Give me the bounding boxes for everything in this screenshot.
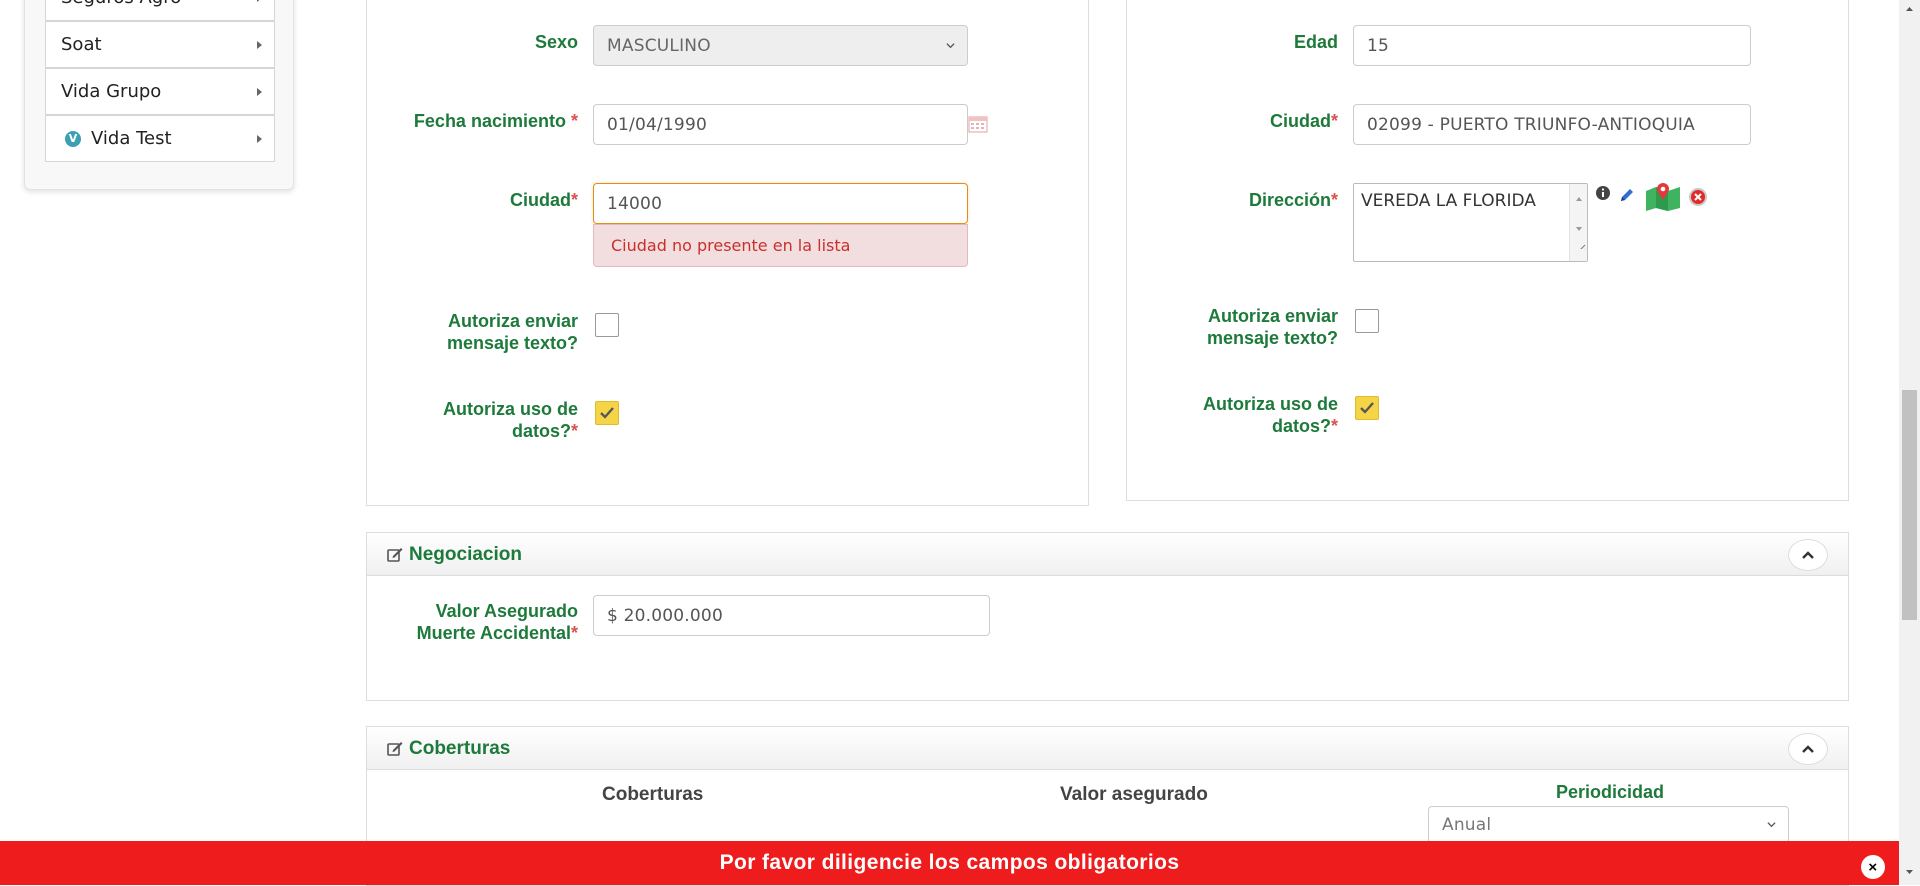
alert-message: Por favor diligencie los campos obligato… (719, 851, 1180, 874)
chevron-down-icon (946, 42, 955, 48)
autoriza-datos-asegurado-checkbox[interactable] (1355, 396, 1379, 420)
scroll-up-arrow-icon[interactable] (1899, 3, 1920, 15)
negociacion-title: Negociacion (409, 544, 522, 565)
clear-remove-icon[interactable] (1688, 187, 1708, 207)
sidebar-item-vida-grupo[interactable]: Vida Grupo (45, 68, 275, 115)
autoriza-sms-label: Autoriza enviar mensaje texto? (446, 311, 578, 353)
valor-asegurado-column-header: Valor asegurado (1060, 784, 1208, 805)
fecha-nacimiento-label: Fecha nacimiento * (413, 111, 578, 131)
negociacion-header: Negociacion (367, 533, 1848, 576)
scrollbar-thumb[interactable] (1902, 390, 1917, 620)
calendar-icon[interactable] (968, 115, 988, 133)
negociacion-collapse-button[interactable] (1788, 539, 1828, 571)
negociacion-panel: Negociacion (366, 532, 1849, 701)
ciudad-input[interactable]: 14000 (593, 183, 968, 224)
autoriza-datos-checkbox[interactable] (595, 401, 619, 425)
sidebar-item-label: Vida Grupo (61, 81, 162, 102)
caret-right-icon (257, 134, 262, 143)
textarea-scrollbar[interactable] (1569, 184, 1587, 261)
edit-square-icon (387, 742, 403, 756)
chevron-up-icon (1802, 551, 1814, 559)
sidebar-item-label: Soat (61, 34, 102, 55)
edit-square-icon (387, 548, 403, 562)
valor-asegurado-input[interactable]: $ 20.000.000 (593, 595, 990, 636)
scroll-down-arrow-icon[interactable] (1899, 866, 1920, 878)
sexo-label: Sexo (534, 32, 578, 52)
autoriza-datos-label: Autoriza uso de datos?* (442, 399, 578, 441)
map-location-icon[interactable] (1644, 181, 1682, 211)
autoriza-sms-checkbox[interactable] (595, 313, 619, 337)
sidebar-item-vida-test[interactable]: V Vida Test (45, 115, 275, 162)
caret-right-icon (257, 0, 262, 2)
edad-label: Edad (1293, 32, 1338, 52)
sexo-select[interactable]: MASCULINO (593, 25, 968, 66)
pencil-edit-icon[interactable] (1618, 186, 1636, 204)
sidebar-item-seguros-agro[interactable]: Seguros Agro (45, 0, 275, 21)
ciudad-error-message: Ciudad no presente en la lista (593, 224, 968, 267)
coberturas-collapse-button[interactable] (1788, 733, 1828, 765)
coberturas-column-header: Coberturas (602, 784, 704, 805)
chevron-down-icon (1767, 822, 1776, 828)
scroll-arrows-icon (1576, 197, 1586, 249)
sidebar-menu: Seguros Agro Soat Vida Grupo V Vida Test (24, 0, 294, 190)
coberturas-header: Coberturas (367, 727, 1848, 770)
periodicidad-column-header: Periodicidad (1556, 782, 1665, 802)
sidebar-item-soat[interactable]: Soat (45, 21, 275, 68)
sidebar-item-label: Vida Test (91, 128, 172, 149)
ciudad-asegurado-input[interactable]: 02099 - PUERTO TRIUNFO-ANTIOQUIA (1353, 104, 1751, 145)
valor-asegurado-label: Valor Asegurado Muerte Accidental* (416, 601, 578, 643)
ciudad-label: Ciudad* (509, 190, 578, 210)
sidebar-item-label: Seguros Agro (61, 0, 181, 8)
info-icon[interactable] (1595, 185, 1611, 201)
alert-close-button[interactable]: × (1861, 855, 1885, 879)
page-scrollbar[interactable] (1899, 0, 1920, 885)
direccion-label: Dirección* (1248, 190, 1338, 210)
required-fields-alert: Por favor diligencie los campos obligato… (0, 841, 1899, 885)
edad-input[interactable]: 15 (1353, 25, 1751, 66)
chevron-up-icon (1802, 745, 1814, 753)
periodicidad-select[interactable]: Anual (1428, 806, 1789, 844)
vida-test-logo-icon: V (65, 130, 81, 147)
check-icon (1360, 402, 1374, 414)
fecha-nacimiento-input[interactable]: 01/04/1990 (593, 104, 968, 145)
direccion-textarea[interactable]: VEREDA LA FLORIDA (1353, 183, 1588, 262)
autoriza-datos-asegurado-label: Autoriza uso de datos?* (1202, 394, 1338, 436)
check-icon (600, 407, 614, 419)
close-icon: × (1868, 858, 1878, 876)
autoriza-sms-asegurado-checkbox[interactable] (1355, 309, 1379, 333)
coberturas-title: Coberturas (409, 738, 511, 759)
autoriza-sms-asegurado-label: Autoriza enviar mensaje texto? (1206, 306, 1338, 348)
caret-right-icon (257, 40, 262, 49)
caret-right-icon (257, 87, 262, 96)
ciudad-asegurado-label: Ciudad* (1269, 111, 1338, 131)
